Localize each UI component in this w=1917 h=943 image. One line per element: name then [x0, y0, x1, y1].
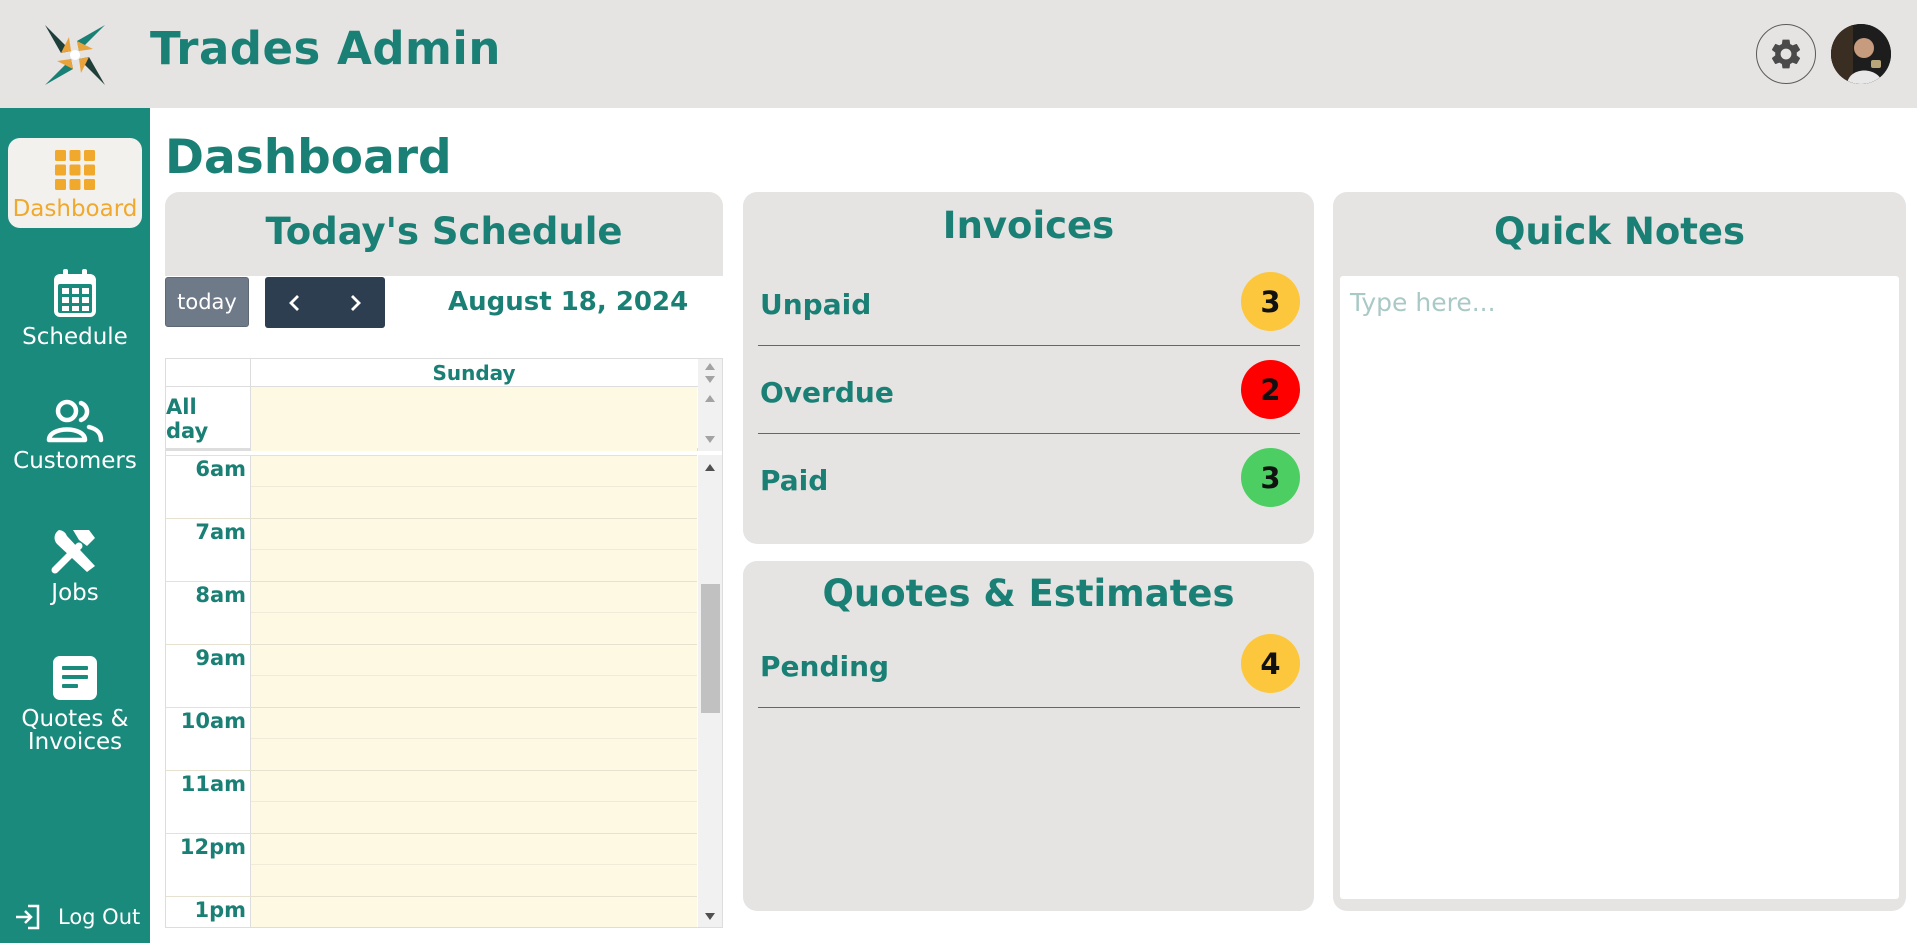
time-label: 7am: [195, 520, 246, 544]
document-icon: [53, 656, 97, 700]
top-bar: Trades Admin: [0, 0, 1917, 108]
quick-notes-title: Quick Notes: [1493, 210, 1746, 253]
half-hour-line: [251, 927, 697, 928]
logout-button[interactable]: Log Out: [14, 903, 140, 931]
users-icon: [46, 399, 104, 443]
paid-count-badge: 3: [1241, 448, 1300, 507]
app-logo-icon[interactable]: [38, 18, 112, 92]
invoice-row-label: Unpaid: [760, 288, 872, 321]
time-grid: 6am 7am 8am 9am 10am 11am 12pm 1pm: [166, 455, 722, 928]
time-grid-scrollbar[interactable]: [698, 455, 722, 927]
half-hour-line: [251, 801, 697, 802]
time-slots-column[interactable]: [251, 455, 697, 927]
sidebar-item-schedule[interactable]: Schedule: [8, 268, 142, 349]
sidebar-item-label: Dashboard: [12, 196, 138, 222]
quick-notes-card: Quick Notes: [1333, 192, 1906, 911]
allday-label: All day: [166, 387, 251, 451]
sidebar-item-quotes-invoices[interactable]: Quotes & Invoices: [8, 654, 142, 754]
sidebar-item-jobs[interactable]: Jobs: [8, 526, 142, 605]
calendar-icon: [54, 269, 96, 317]
hour-line: [166, 896, 697, 897]
logout-icon: [16, 904, 40, 930]
time-label: 11am: [180, 772, 246, 796]
scrollbar-thumb[interactable]: [701, 584, 720, 713]
invoice-row-paid[interactable]: Paid 3: [758, 434, 1300, 522]
date-nav-group: [265, 277, 385, 328]
invoice-row-unpaid[interactable]: Unpaid 3: [758, 258, 1300, 346]
day-calendar: Sunday All day 6am 7am 8am 9am 10am 11am 12pm 1…: [165, 358, 723, 928]
sidebar-item-label: Invoices: [27, 729, 123, 755]
chevron-left-icon: [289, 294, 299, 311]
allday-slot[interactable]: [251, 387, 697, 451]
calendar-header: Sunday: [166, 359, 722, 387]
today-button[interactable]: today: [165, 277, 249, 327]
gear-icon: [1771, 39, 1801, 69]
quotes-title: Quotes & Estimates: [822, 572, 1235, 615]
allday-row: All day: [166, 387, 722, 451]
sidebar-item-dashboard[interactable]: Dashboard: [8, 138, 142, 228]
logout-label: Log Out: [58, 905, 141, 929]
invoices-card: Invoices Unpaid 3 Overdue 2 Paid 3: [743, 192, 1314, 544]
header-scrollbar[interactable]: [698, 359, 722, 387]
invoices-title: Invoices: [942, 204, 1115, 247]
schedule-title: Today's Schedule: [265, 210, 623, 253]
half-hour-line: [251, 864, 697, 865]
allday-scrollbar[interactable]: [698, 387, 722, 451]
hour-line: [166, 455, 697, 456]
hour-line: [166, 833, 697, 834]
user-avatar[interactable]: [1831, 24, 1891, 84]
invoice-row-label: Overdue: [760, 376, 894, 409]
half-hour-line: [251, 738, 697, 739]
next-day-button[interactable]: [325, 277, 385, 328]
sidebar-item-customers[interactable]: Customers: [8, 398, 142, 473]
pending-count-badge: 4: [1241, 634, 1300, 693]
invoice-row-label: Paid: [760, 464, 829, 497]
schedule-date: August 18, 2024: [448, 287, 689, 317]
hour-line: [166, 770, 697, 771]
calendar-day-header: Sunday: [432, 361, 516, 385]
time-label: 12pm: [179, 835, 246, 859]
prev-day-button[interactable]: [265, 277, 325, 328]
grid-icon: [55, 150, 95, 190]
quote-row-pending[interactable]: Pending 4: [758, 620, 1300, 708]
tools-icon: [51, 530, 95, 574]
calendar-header-gutter: [166, 359, 251, 387]
chevron-right-icon: [351, 294, 361, 311]
page-title: Dashboard: [165, 130, 452, 185]
hour-line: [166, 707, 697, 708]
half-hour-line: [251, 675, 697, 676]
sidebar-item-label: Customers: [13, 448, 137, 474]
sidebar-item-label: Jobs: [51, 580, 99, 606]
quick-notes-input[interactable]: [1340, 276, 1899, 899]
unpaid-count-badge: 3: [1241, 272, 1300, 331]
time-label: 8am: [195, 583, 246, 607]
half-hour-line: [251, 486, 697, 487]
overdue-count-badge: 2: [1241, 360, 1300, 419]
hour-line: [166, 644, 697, 645]
hour-line: [166, 581, 697, 582]
settings-button[interactable]: [1756, 24, 1816, 84]
half-hour-line: [251, 549, 697, 550]
time-label: 10am: [180, 709, 246, 733]
half-hour-line: [251, 612, 697, 613]
quotes-card: Quotes & Estimates Pending 4: [743, 561, 1314, 911]
time-label: 6am: [195, 457, 246, 481]
sidebar-item-label: Quotes &: [21, 706, 129, 732]
sidebar: Dashboard Schedule Customers Jobs Quotes…: [0, 108, 150, 943]
invoice-row-overdue[interactable]: Overdue 2: [758, 346, 1300, 434]
sidebar-item-label: Schedule: [22, 324, 128, 350]
time-label: 1pm: [194, 898, 246, 922]
quote-row-label: Pending: [760, 650, 890, 683]
schedule-card: Today's Schedule: [165, 192, 723, 276]
app-title: Trades Admin: [150, 22, 501, 75]
time-label: 9am: [195, 646, 246, 670]
hour-line: [166, 518, 697, 519]
